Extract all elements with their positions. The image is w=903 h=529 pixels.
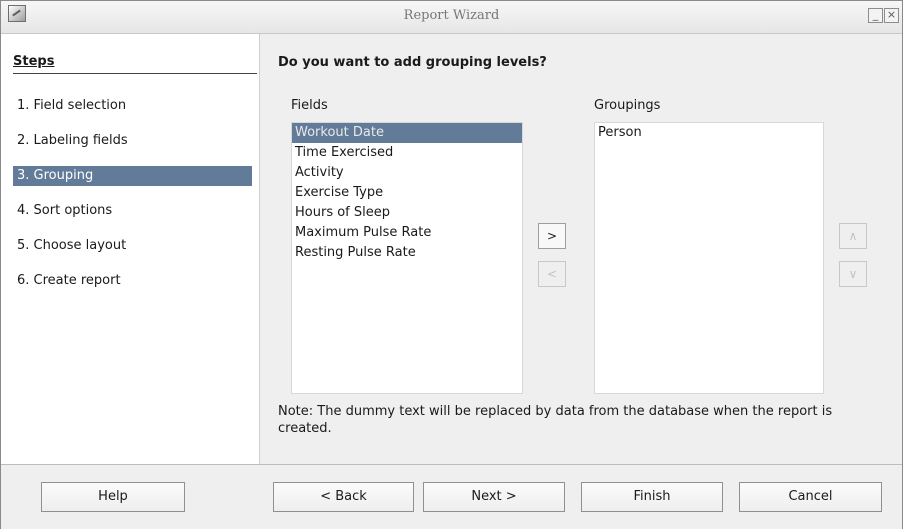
field-resting-pulse-rate[interactable]: Resting Pulse Rate (292, 243, 522, 263)
add-grouping-button[interactable]: > (538, 223, 566, 249)
field-exercise-type[interactable]: Exercise Type (292, 183, 522, 203)
grouping-person[interactable]: Person (595, 123, 823, 143)
close-button[interactable]: × (884, 8, 899, 23)
dummy-text-note: Note: The dummy text will be replaced by… (278, 404, 833, 436)
cancel-button[interactable]: Cancel (739, 482, 882, 512)
page-question: Do you want to add grouping levels? (278, 55, 547, 70)
help-button[interactable]: Help (41, 482, 185, 512)
step-field-selection[interactable]: 1. Field selection (13, 96, 252, 116)
window-title: Report Wizard (403, 8, 500, 23)
field-hours-of-sleep[interactable]: Hours of Sleep (292, 203, 522, 223)
title-bar: Report Wizard _ × (1, 1, 902, 34)
field-activity[interactable]: Activity (292, 163, 522, 183)
move-up-button[interactable]: ∧ (839, 223, 867, 249)
minimize-button[interactable]: _ (868, 8, 883, 23)
report-wizard-window: Report Wizard _ × Steps 1. Field selecti… (0, 0, 903, 529)
remove-grouping-button[interactable]: < (538, 261, 566, 287)
button-bar: Help < Back Next > Finish Cancel (1, 464, 902, 529)
step-create-report[interactable]: 6. Create report (13, 271, 252, 291)
steps-panel: Steps 1. Field selection 2. Labeling fie… (1, 34, 260, 464)
fields-label: Fields (291, 98, 328, 113)
step-grouping[interactable]: 3. Grouping (13, 166, 252, 186)
steps-heading: Steps (13, 54, 257, 74)
step-labeling-fields[interactable]: 2. Labeling fields (13, 131, 252, 151)
grouping-page: Do you want to add grouping levels? Fiel… (260, 34, 902, 464)
field-maximum-pulse-rate[interactable]: Maximum Pulse Rate (292, 223, 522, 243)
groupings-label: Groupings (594, 98, 661, 113)
step-sort-options[interactable]: 4. Sort options (13, 201, 252, 221)
field-workout-date[interactable]: Workout Date (292, 123, 522, 143)
next-button[interactable]: Next > (423, 482, 565, 512)
fields-listbox[interactable]: Workout Date Time Exercised Activity Exe… (291, 122, 523, 394)
groupings-listbox[interactable]: Person (594, 122, 824, 394)
back-button[interactable]: < Back (273, 482, 414, 512)
field-time-exercised[interactable]: Time Exercised (292, 143, 522, 163)
move-down-button[interactable]: ∨ (839, 261, 867, 287)
step-choose-layout[interactable]: 5. Choose layout (13, 236, 252, 256)
finish-button[interactable]: Finish (581, 482, 723, 512)
